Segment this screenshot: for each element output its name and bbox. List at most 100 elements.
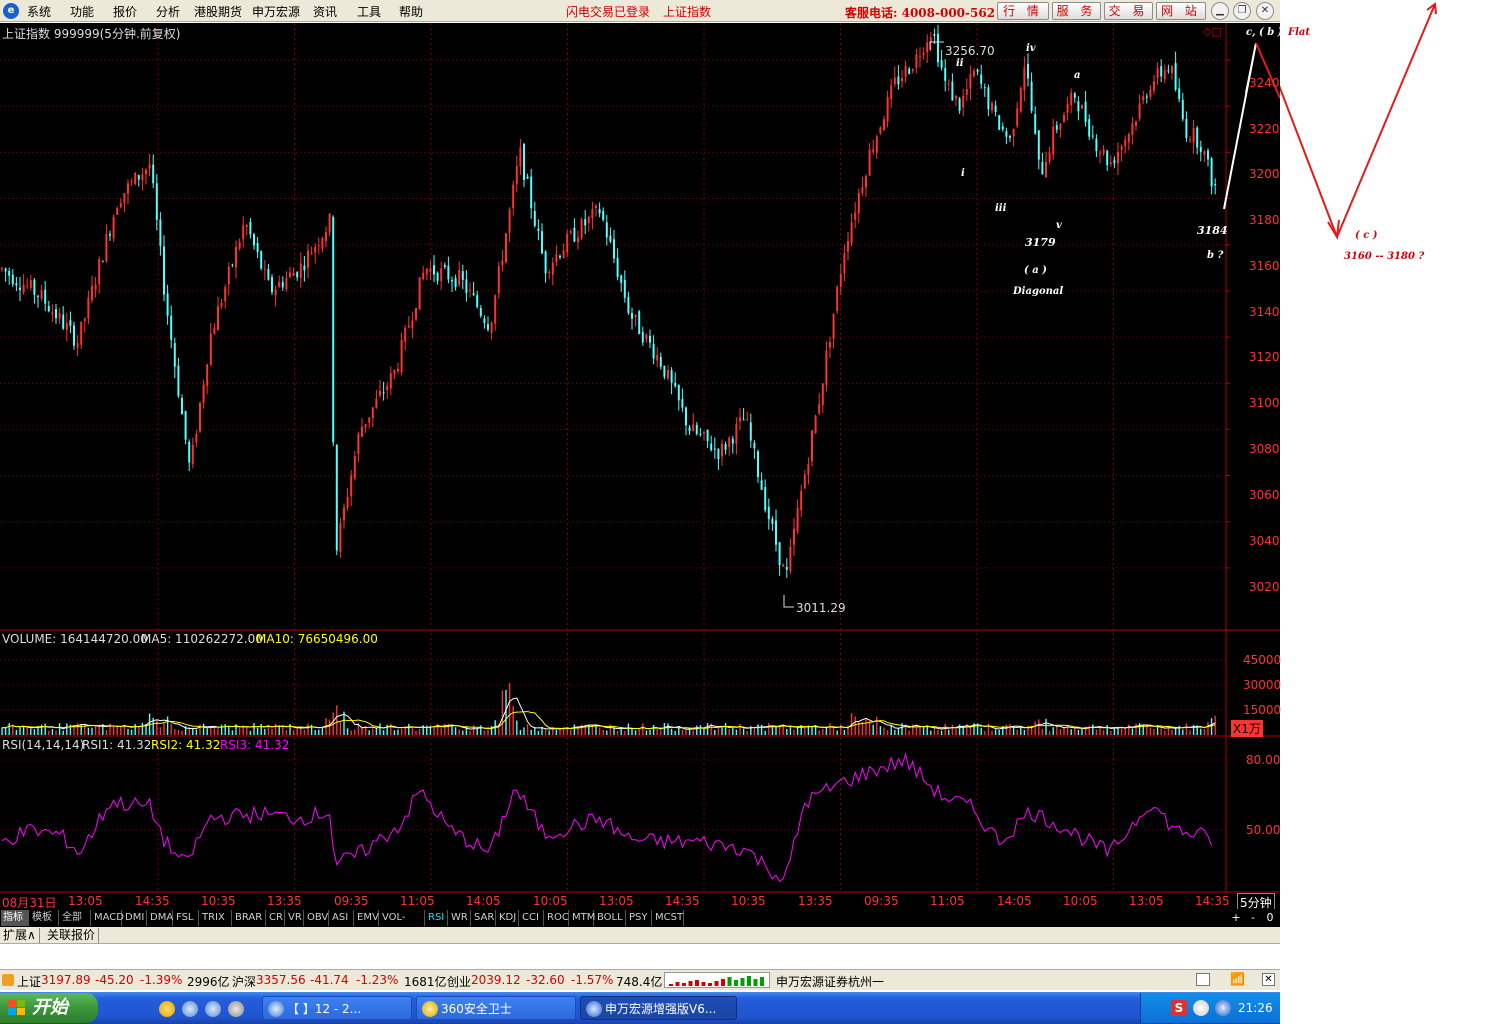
indicator-tab-cci[interactable]: CCI	[520, 910, 544, 926]
tray-app-icon[interactable]	[1193, 1000, 1209, 1016]
candle-body	[1070, 92, 1073, 105]
candle-body	[605, 222, 608, 238]
taskbar-item-swhy[interactable]: 申万宏源增强版V6...	[580, 996, 737, 1020]
candle-body	[44, 289, 47, 304]
status-close-icon[interactable]: ✕	[1262, 973, 1275, 986]
status-arrow-icon[interactable]	[2, 974, 14, 986]
menu-function[interactable]: 功能	[70, 3, 94, 20]
candle-body	[706, 429, 709, 442]
candle-body	[274, 289, 277, 296]
candle-body	[1084, 101, 1087, 123]
zoom-in-button[interactable]: +	[1229, 910, 1243, 926]
service-button[interactable]: 服 务	[1052, 2, 1101, 20]
candle-body	[1167, 70, 1170, 72]
sogou-s-icon[interactable]: S	[1171, 1000, 1187, 1016]
indicator-tab-sar[interactable]: SAR	[472, 910, 496, 926]
indicator-tab-cr[interactable]: CR	[267, 910, 285, 926]
candle-body	[8, 270, 11, 276]
menu-swhy[interactable]: 申万宏源	[252, 3, 300, 20]
start-button[interactable]: 开始	[0, 993, 98, 1023]
indicator-tab-mtm[interactable]: MTM	[570, 910, 595, 926]
indicator-tab-mcst[interactable]: MCST	[653, 910, 684, 926]
minimize-icon[interactable]: ▁	[1211, 2, 1229, 20]
cy-index-amount: 748.4亿	[616, 975, 663, 989]
candle-body	[850, 222, 853, 244]
menu-system[interactable]: 系统	[27, 3, 51, 20]
menu-hk-futures[interactable]: 港股期货	[194, 3, 242, 20]
indicator-tab-fsl[interactable]: FSL	[174, 910, 199, 926]
candle-body	[688, 427, 691, 432]
candle-body	[98, 258, 101, 284]
time-label: 13:05	[68, 894, 103, 908]
indicator-tab-asi[interactable]: ASI	[330, 910, 354, 926]
candle-body	[1030, 81, 1033, 112]
menu-analysis[interactable]: 分析	[156, 3, 180, 20]
indicator-tab-kdj[interactable]: KDJ	[497, 910, 519, 926]
indicator-tab-roc[interactable]: ROC	[545, 910, 569, 926]
indicator-tab-obv[interactable]: OBV	[305, 910, 329, 926]
window-icon[interactable]	[1196, 973, 1210, 986]
indicator-tab-emv[interactable]: EMV	[355, 910, 379, 926]
indicator-tab-wr[interactable]: WR	[449, 910, 471, 926]
menu-news[interactable]: 资讯	[313, 3, 337, 20]
candle-body	[641, 332, 644, 343]
candle-body	[393, 370, 396, 375]
zoom-out-button[interactable]: -	[1246, 910, 1260, 926]
panel-toggle-icons[interactable]: ◇□	[1203, 25, 1222, 38]
quicklaunch-media-icon[interactable]	[228, 1001, 244, 1017]
indicator-tab-macd[interactable]: MACD	[92, 910, 124, 926]
menu-quote[interactable]: 报价	[113, 3, 137, 20]
trade-button[interactable]: 交 易	[1104, 2, 1153, 20]
candle-body	[703, 432, 705, 434]
high-price-label: 3256.70	[945, 44, 995, 58]
low-marker	[783, 595, 794, 608]
taskbar-item-browser[interactable]: 【 】12 - 2...	[262, 996, 412, 1020]
indicator-tab-trix[interactable]: TRIX	[200, 910, 232, 926]
tray-expand-icon[interactable]: ‹	[1215, 1000, 1231, 1016]
candle-body	[379, 390, 381, 396]
related-quotes-tab[interactable]: 关联报价	[44, 928, 100, 943]
indicator-tab-boll[interactable]: BOLL	[595, 910, 626, 926]
chart-area[interactable]: 上证指数 999999(5分钟.前复权) ◇□ 3240 3220 3200 3…	[0, 23, 1282, 893]
indicator-tab-[interactable]: 全部	[60, 910, 91, 926]
close-icon[interactable]: ✕	[1256, 2, 1274, 20]
candle-body	[818, 403, 821, 414]
indicator-tab-voltdx[interactable]: VOL-TDX	[380, 910, 425, 939]
candle-body	[33, 279, 36, 295]
indicator-tab-dmi[interactable]: DMI	[123, 910, 147, 926]
candle-body	[883, 119, 885, 131]
candle-body	[1009, 136, 1011, 138]
candle-body	[292, 272, 295, 276]
candle-body	[746, 419, 749, 421]
expand-tab[interactable]: 扩展∧	[0, 928, 40, 943]
quicklaunch-ie-icon[interactable]	[205, 1001, 221, 1017]
indicator-tab-psy[interactable]: PSY	[627, 910, 652, 926]
candle-body	[886, 97, 889, 122]
indicator-tab-brar[interactable]: BRAR	[233, 910, 266, 926]
website-button[interactable]: 网 站	[1156, 2, 1206, 20]
app-logo-icon[interactable]: e	[3, 3, 19, 19]
candle-body	[800, 490, 803, 511]
candle-body	[199, 402, 201, 432]
indicator-tab-dma[interactable]: DMA	[148, 910, 173, 926]
restore-icon[interactable]: ❐	[1233, 2, 1251, 20]
quicklaunch-browser-icon[interactable]	[182, 1001, 198, 1017]
menu-help[interactable]: 帮助	[399, 3, 423, 20]
taskbar-item-360[interactable]: 360安全卫士	[416, 996, 576, 1020]
hs-index-value: 3357.56	[256, 973, 306, 987]
volume-tick: 15000	[1243, 703, 1282, 717]
candle-body	[278, 281, 281, 288]
candle-body	[256, 243, 259, 253]
candle-body	[422, 272, 425, 280]
candle-body	[674, 382, 677, 387]
indicator-tab-rsi[interactable]: RSI	[426, 910, 448, 926]
indicator-tab-vr[interactable]: VR	[286, 910, 304, 926]
quicklaunch-360-icon[interactable]	[159, 1001, 175, 1017]
candle-body	[87, 297, 90, 319]
indicator-tab-[interactable]: 指标	[1, 910, 29, 926]
indicator-tab-[interactable]: 模板	[30, 910, 59, 926]
chart-canvas[interactable]	[0, 23, 1280, 893]
market-button[interactable]: 行 情	[997, 2, 1049, 20]
menu-tools[interactable]: 工具	[357, 3, 381, 20]
reset-button[interactable]: 0	[1263, 910, 1277, 926]
